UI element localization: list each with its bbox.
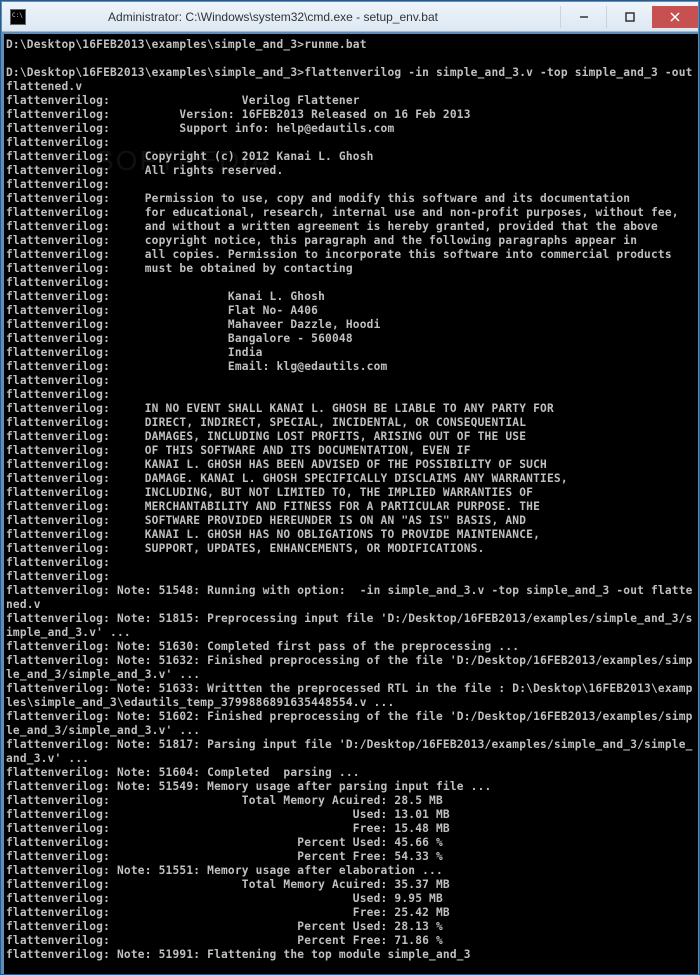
window-frame: Administrator: C:\Windows\system32\cmd.e… — [0, 0, 700, 975]
close-button[interactable] — [652, 6, 698, 28]
titlebar[interactable]: Administrator: C:\Windows\system32\cmd.e… — [2, 2, 698, 32]
window-title: Administrator: C:\Windows\system32\cmd.e… — [26, 10, 560, 24]
window-controls — [560, 6, 698, 28]
console-output[interactable]: D:\Desktop\16FEB2013\examples\simple_and… — [4, 34, 698, 974]
maximize-button[interactable] — [606, 6, 652, 28]
cmd-icon — [10, 9, 26, 25]
minimize-icon — [579, 12, 589, 22]
close-icon — [670, 12, 680, 22]
maximize-icon — [625, 12, 635, 22]
minimize-button[interactable] — [560, 6, 606, 28]
